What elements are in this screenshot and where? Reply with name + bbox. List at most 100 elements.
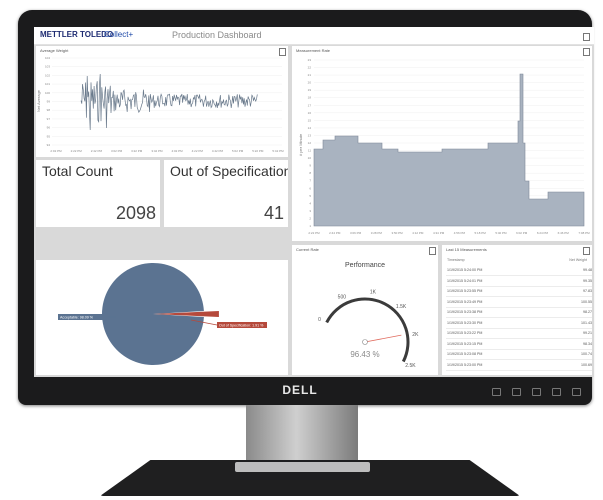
specification-pie-panel: Acceptable: 98.09 % Out of Specification… — [36, 260, 288, 375]
panel-title: Average Weight — [40, 48, 69, 53]
net-weight-cell: 99.35 — [583, 278, 592, 283]
timestamp-cell: 1/19/2015 5:24:01 PM — [447, 278, 483, 283]
y-axis-ticks: 2322212019181716151413121110987654321 — [308, 58, 312, 228]
last-measurements-panel: Last 15 Measurements Timestamp Net Weigh… — [442, 245, 592, 375]
screen: METTLER TOLEDO Collect+ Production Dashb… — [34, 27, 594, 377]
x-tick-label: 2:44 PM — [329, 231, 341, 235]
app-header: METTLER TOLEDO Collect+ Production Dashb… — [34, 27, 594, 45]
monitor-button-icon[interactable] — [532, 388, 541, 396]
table-row[interactable]: 1/19/2015 5:23:55 PM 97.83 — [446, 286, 592, 297]
x-tick-label: 4:12 PM — [412, 231, 424, 235]
average-weight-panel: Average Weight Net Average 104 103 102 101 1… — [36, 46, 288, 157]
x-tick-label: 3:50 PM — [391, 231, 403, 235]
table-row[interactable]: 1/19/2015 5:23:15 PM 98.34 — [446, 339, 592, 350]
x-axis-ticks: 2:22 PM 2:44 PM 3:06 PM 3:28 PM 3:50 PM 4:12 … — [308, 231, 590, 235]
x-tick-label: 6:02 PM — [516, 231, 528, 235]
monitor-button-icon[interactable] — [512, 388, 521, 396]
y-tick-label: 94 — [47, 143, 51, 147]
x-tick-label: 5:22 PM — [252, 149, 264, 153]
table-row[interactable]: 1/19/2015 5:23:22 PM 99.21 — [446, 328, 592, 339]
table-row[interactable]: 1/19/2015 5:24:00 PM 99.48 — [446, 265, 592, 276]
table-row[interactable]: 1/19/2015 5:24:01 PM 99.35 — [446, 276, 592, 287]
table-row[interactable]: 1/19/2015 5:23:08 PM 100.74 — [446, 349, 592, 360]
timestamp-cell: 1/19/2015 5:23:08 PM — [447, 352, 483, 356]
y-tick-label: 103 — [45, 65, 50, 69]
y-tick-label: 14 — [308, 126, 312, 130]
table-row[interactable]: 1/19/2015 5:23:00 PM 100.69 — [446, 360, 592, 371]
average-weight-chart: Net Average 104103102101100999897969594 … — [36, 56, 284, 153]
timestamp-cell: 1/19/2015 5:23:15 PM — [447, 341, 483, 346]
x-tick-label: 6:24 PM — [537, 231, 549, 235]
out-of-spec-label: Out of Specification — [170, 163, 288, 179]
net-weight-cell: 97.83 — [583, 289, 592, 293]
x-tick-label: 5:42 PM — [272, 149, 284, 153]
out-of-spec-tile: Out of Specification 41 — [164, 160, 288, 227]
x-tick-label: 5:40 PM — [495, 231, 507, 235]
monitor-stand-lip — [235, 462, 370, 472]
x-tick-label: 7:08 PM — [578, 231, 590, 235]
power-button-icon[interactable] — [572, 388, 581, 396]
measurement-rate-area — [313, 73, 585, 227]
export-icon[interactable] — [429, 247, 436, 255]
panel-title: Measurement Rate — [296, 48, 331, 53]
net-weight-cell: 100.69 — [581, 362, 592, 367]
axis-label: Net Average — [36, 89, 41, 112]
x-tick-label: 4:42 PM — [212, 149, 224, 153]
export-icon[interactable] — [583, 48, 590, 56]
table-row[interactable]: 1/19/2015 5:23:38 PM 98.27 — [446, 307, 592, 318]
y-tick-label: 6 — [309, 186, 311, 190]
gauge-tick-label: 1K — [370, 290, 377, 296]
monitor-button-icon[interactable] — [492, 388, 501, 396]
x-tick-label: 2:22 PM — [71, 149, 83, 153]
specification-pie-chart: Acceptable: 98.09 % Out of Specification… — [58, 263, 267, 365]
y-tick-label: 11 — [308, 149, 311, 153]
x-tick-label: 5:02 PM — [232, 149, 244, 153]
y-tick-label: 12 — [308, 141, 312, 145]
panel-title: Last 15 Measurements — [446, 247, 487, 252]
net-weight-cell: 100.55 — [581, 299, 592, 304]
net-weight-cell: 98.27 — [583, 310, 592, 314]
gauge-hub — [362, 339, 368, 345]
table-row[interactable]: 1/19/2015 5:23:30 PM 101.43 — [446, 318, 592, 329]
y-tick-label: 22 — [308, 66, 312, 70]
x-axis-ticks: 2:02 PM 2:22 PM 2:42 PM 3:02 PM 3:22 PM 3:42 … — [50, 149, 284, 153]
y-tick-label: 16 — [308, 111, 312, 115]
x-tick-label: 3:06 PM — [350, 231, 362, 235]
net-weight-cell: 99.21 — [583, 331, 592, 335]
table-row[interactable]: 1/19/2015 5:23:49 PM 100.55 — [446, 297, 592, 308]
x-tick-label: 4:56 PM — [454, 231, 466, 235]
y-tick-label: 102 — [45, 73, 50, 77]
current-rate-panel: Current Rate Performance 0 500 1K 1.5K 2K 2.5… — [292, 245, 438, 375]
y-tick-label: 3 — [309, 209, 311, 213]
export-icon[interactable] — [279, 48, 286, 56]
y-tick-label: 2 — [309, 216, 311, 220]
y-axis-ticks: 104 103 102 101 100 99 98 97 96 95 94 — [45, 56, 50, 147]
x-tick-label: 4:34 PM — [433, 231, 445, 235]
average-weight-line — [80, 73, 258, 131]
oos-label: Out of Specification: 1.91 % — [219, 324, 264, 328]
net-weight-cell: 98.34 — [583, 341, 592, 346]
column-header-net-weight: Net Weight — [569, 258, 587, 262]
gauge-tick-label: 2K — [412, 332, 419, 338]
export-icon[interactable] — [583, 33, 590, 41]
net-weight-cell: 100.74 — [581, 352, 592, 356]
x-tick-label: 3:22 PM — [131, 149, 143, 153]
timestamp-cell: 1/19/2015 5:24:00 PM — [447, 268, 483, 272]
export-icon[interactable] — [583, 247, 590, 255]
y-tick-label: 104 — [45, 56, 50, 60]
timestamp-cell: 1/19/2015 5:23:22 PM — [447, 331, 483, 335]
gauge-tick-label: 2.5K — [405, 363, 416, 369]
y-tick-label: 1 — [309, 224, 311, 228]
x-tick-label: 4:22 PM — [192, 149, 204, 153]
monitor-button-icon[interactable] — [552, 388, 561, 396]
y-tick-label: 5 — [309, 194, 311, 198]
page-title: Production Dashboard — [172, 30, 262, 40]
y-tick-label: 20 — [308, 81, 312, 85]
y-tick-label: 19 — [308, 88, 312, 92]
column-header-timestamp: Timestamp — [447, 258, 465, 262]
gauge-title: Performance — [345, 262, 385, 269]
y-tick-label: 100 — [45, 91, 50, 95]
monitor-logo: DELL — [282, 383, 318, 397]
y-tick-label: 96 — [47, 126, 51, 130]
product-name: Collect+ — [104, 30, 134, 39]
